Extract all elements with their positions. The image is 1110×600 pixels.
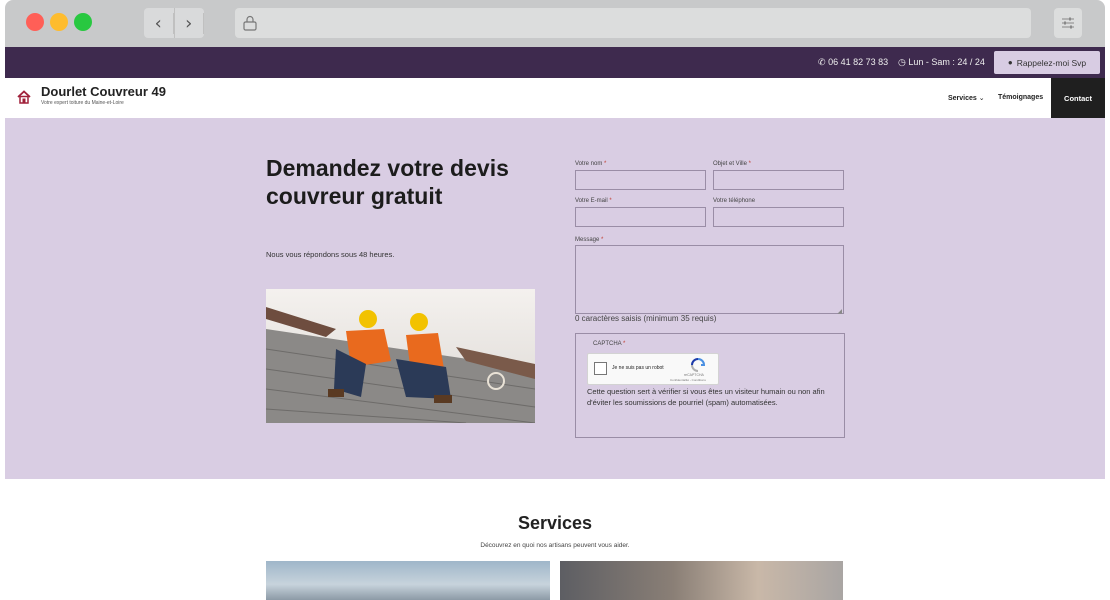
character-count: 0 caractères saisis (minimum 35 requis) [575,314,717,323]
resize-handle-icon[interactable]: ◢ [837,308,842,315]
chevron-left-icon: ‹ [144,12,174,34]
subject-input[interactable] [713,170,844,190]
recaptcha-brand: reCAPTCHA [684,373,704,377]
name-input[interactable] [575,170,706,190]
message-label: Message * [575,237,604,243]
subject-label: Objet et Ville * [713,161,751,167]
chat-icon: ● [1007,58,1013,67]
email-input[interactable] [575,207,706,227]
phone-icon: ✆ [818,57,826,67]
back-button[interactable]: ‹ [144,8,175,38]
roofers-photo [266,289,535,423]
phone-label: Votre téléphone [713,198,756,204]
browser-window: ‹ › ✆ 06 41 82 73 83 ◷ Lun - Sam: 24 / … [5,0,1105,600]
nav-contact[interactable]: Contact [1051,78,1105,118]
callback-label: Rappelez-moi Svp [1016,57,1087,68]
services-heading: Services [517,513,593,533]
nav-services-label: Services [948,95,977,102]
lock-icon [243,15,257,31]
nav-testimonials[interactable]: Témoignages [998,94,1043,101]
window-maximize-button[interactable] [74,13,92,31]
services-subtitle: Découvrez en quoi nos artisans peuvent v… [480,542,630,549]
hours-text: Lun - Sam : 24 / 24 [908,57,985,67]
captcha-fieldset: CAPTCHA * Je ne suis pas un robot reCAPT… [575,333,845,438]
window-minimize-button[interactable] [50,13,68,31]
service-image-2[interactable] [560,561,843,600]
history-nav: ‹ › [144,8,204,38]
site-header: Dourlet Couvreur 49 Votre expert toiture… [5,78,1105,118]
brand-tagline: Votre expert toiture du Maine-et-Loire [41,100,124,106]
clock-icon: ◷ [898,57,906,67]
response-time-note: Nous vous répondons sous 48 heures. [266,250,395,259]
captcha-description: Cette question sert à vérifier si vous ê… [587,387,825,407]
name-label: Votre nom * [575,161,607,167]
message-textarea[interactable]: ◢ [575,245,844,315]
quote-section: Demandez votre devis couvreur gratuit No… [5,118,1105,479]
nav-services[interactable]: Services ⌄ [948,94,985,102]
browser-toolbar: ‹ › [5,0,1105,47]
recaptcha-logo-icon [691,358,706,372]
opening-hours: ◷ Lun - Sam : 24 / 24 [898,57,985,68]
recaptcha-widget: Je ne suis pas un robot reCAPTCHA Confid… [587,353,719,385]
window-close-button[interactable] [26,13,44,31]
service-image-1[interactable] [266,561,550,600]
address-bar[interactable] [235,8,1031,38]
recaptcha-checkbox[interactable] [594,362,607,375]
chevron-right-icon: › [175,12,204,34]
email-label: Votre E-mail * [575,198,612,204]
top-info-bar: ✆ 06 41 82 73 83 ◷ Lun - Sam : 24 / 24 [5,47,1105,78]
phone-link[interactable]: ✆ 06 41 82 73 83 [818,57,888,68]
recaptcha-text: Je ne suis pas un robot [612,365,664,371]
callback-button[interactable]: ● Rappelez-moi Svp [994,51,1100,74]
recaptcha-terms[interactable]: Confidentialité - Conditions [670,378,706,382]
page-title: Demandez votre devis couvreur gratuit [266,155,509,209]
sliders-icon [1062,17,1074,29]
phone-input[interactable] [713,207,844,227]
house-logo-icon[interactable] [17,90,31,104]
brand-name[interactable]: Dourlet Couvreur 49 [41,84,166,99]
chevron-down-icon: ⌄ [978,95,985,102]
captcha-label: CAPTCHA * [593,341,626,347]
forward-button[interactable]: › [175,8,204,38]
phone-number: 06 41 82 73 83 [828,57,889,67]
settings-button[interactable] [1054,8,1082,38]
